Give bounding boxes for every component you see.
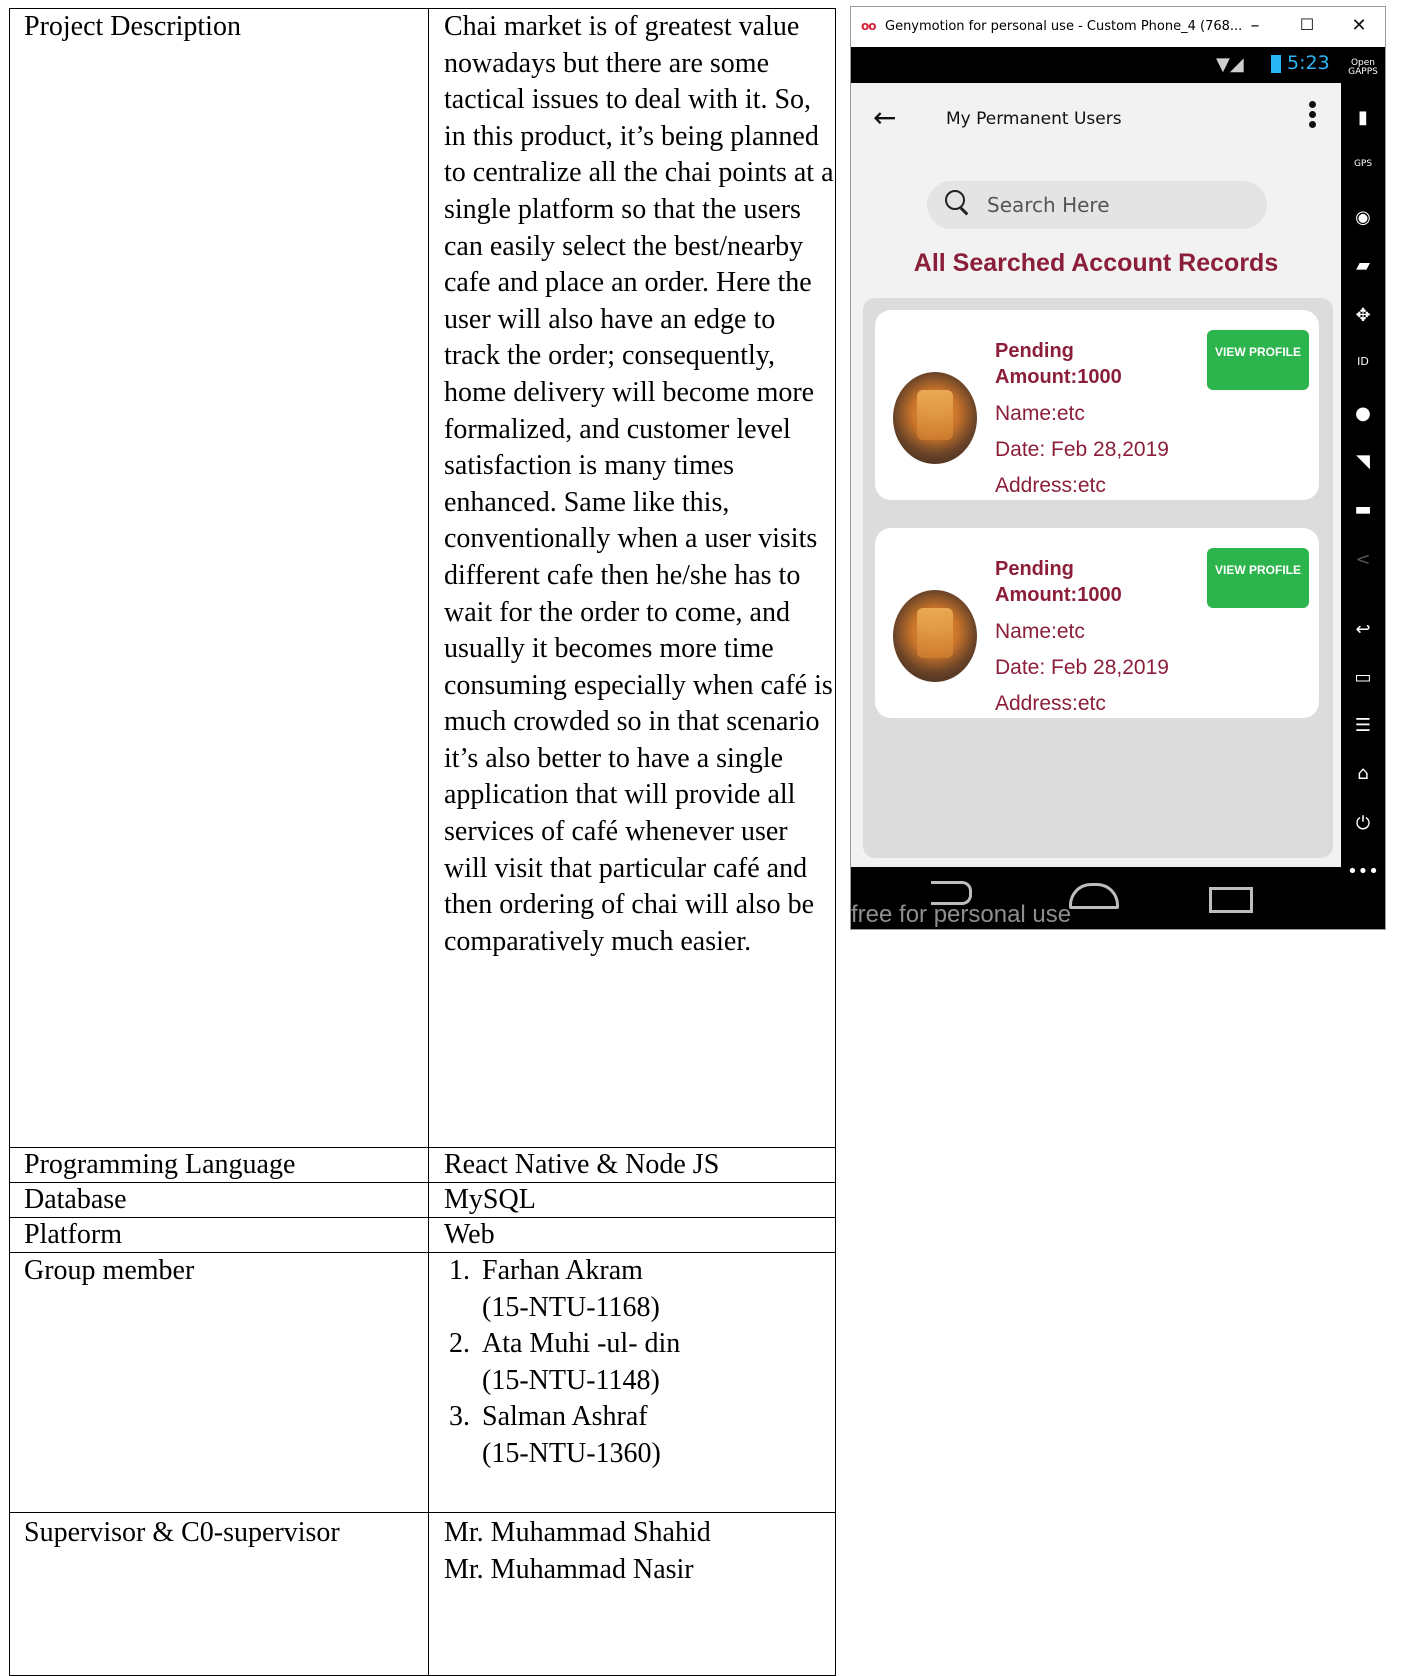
minimize-button[interactable]: – [1245,15,1265,36]
row-project-description: Project Description Chai market is of gr… [9,8,836,1148]
supervisor-name: Mr. Muhammad Shahid [444,1517,711,1548]
emulator-toolbar: Open GAPPS ▮ GPS ◉ ▰ ✥ ID ● ◥ ▬ < ↩ ▭ ☰ … [1341,47,1385,929]
open-gapps-icon[interactable]: Open GAPPS [1341,59,1385,77]
row-programming-language: Programming Language React Native & Node… [9,1147,836,1183]
value-programming-language: React Native & Node JS [428,1147,836,1183]
label-platform: Platform [9,1217,429,1253]
window-title: Genymotion for personal use - Custom Pho… [885,19,1243,34]
record-amount: Amount:1000 [995,366,1122,388]
media-icon[interactable]: ▰ [1341,255,1385,276]
app-title: My Permanent Users [946,109,1122,129]
genymotion-logo-icon: oo [861,19,876,33]
project-info-table: Project Description Chai market is of gr… [9,8,836,1676]
cast-icon[interactable]: ◥ [1341,451,1385,472]
member-id: (15-NTU-1148) [482,1364,660,1396]
value-supervisor: Mr. Muhammad Shahid Mr. Muhammad Nasir [428,1512,836,1676]
record-address: Address:etc [995,692,1106,715]
battery-status-icon [1271,55,1281,73]
record-date: Date: Feb 28,2019 [995,438,1169,461]
label-database: Database [9,1182,429,1218]
android-nav-bar: free for personal use [851,867,1341,929]
app-screen: ← My Permanent Users All Searched Accoun… [851,83,1341,867]
records-list: Pending Amount:1000 Name:etc Date: Feb 2… [863,298,1333,858]
home-icon[interactable]: ⌂ [1341,763,1385,784]
value-platform: Web [428,1217,836,1253]
record-card: Pending Amount:1000 Name:etc Date: Feb 2… [875,528,1319,718]
member-name: Ata Muhi -ul- din [482,1328,681,1360]
view-profile-button[interactable]: VIEW PROFILE [1207,548,1309,608]
nav-back-icon[interactable] [931,881,972,905]
power-icon[interactable]: ⏻ [1341,813,1385,834]
label-programming-language: Programming Language [9,1147,429,1183]
close-button[interactable]: ✕ [1349,15,1369,36]
chai-cup-avatar [893,372,977,464]
row-database: Database MySQL [9,1182,836,1218]
member-name: Farhan Akram [482,1255,643,1286]
overflow-menu-icon[interactable] [1309,101,1317,131]
more-icon[interactable]: ••• [1341,861,1385,882]
row-group-member: Group member 1. Farhan Akram (15-NTU-116… [9,1252,836,1513]
value-project-description: Chai market is of greatest value nowaday… [428,8,836,1148]
member-item: 1. Farhan Akram (15-NTU-1168) [444,1253,835,1326]
section-title: All Searched Account Records [913,249,1279,277]
emulator-window: oo Genymotion for personal use - Custom … [850,6,1386,930]
search-input[interactable] [985,189,1249,221]
window-titlebar: oo Genymotion for personal use - Custom … [851,7,1385,47]
recent-apps-icon[interactable]: ▭ [1341,667,1385,688]
record-status: Pending [995,558,1074,580]
row-platform: Platform Web [9,1217,836,1253]
menu-icon[interactable]: ☰ [1341,715,1385,736]
nav-home-icon[interactable] [1069,883,1119,909]
member-number: 3. [449,1401,470,1433]
chai-cup-avatar [893,590,977,682]
member-number: 2. [449,1328,470,1360]
record-name: Name:etc [995,402,1085,425]
phone-display: ▼◢ 5:23 ← My Permanent Users All Searche… [851,47,1341,929]
id-icon[interactable]: ID [1341,355,1385,368]
member-number: 1. [449,1255,470,1286]
member-id: (15-NTU-1168) [482,1291,660,1323]
gps-icon[interactable]: GPS [1341,159,1385,169]
row-supervisor: Supervisor & C0-supervisor Mr. Muhammad … [9,1512,836,1676]
watermark: free for personal use [851,901,1072,928]
record-date: Date: Feb 28,2019 [995,656,1169,679]
co-supervisor-name: Mr. Muhammad Nasir [444,1553,694,1585]
status-bar: ▼◢ 5:23 [851,47,1341,83]
battery-icon[interactable]: ▮ [1341,107,1385,128]
member-item: 3. Salman Ashraf (15-NTU-1360) [444,1399,835,1472]
maximize-button[interactable]: ☐ [1297,15,1317,34]
member-id: (15-NTU-1360) [482,1437,661,1469]
label-supervisor: Supervisor & C0-supervisor [9,1512,429,1676]
back-icon[interactable]: ↩ [1341,619,1385,640]
member-item: 2. Ata Muhi -ul- din (15-NTU-1148) [444,1326,835,1399]
label-group-member: Group member [9,1252,429,1513]
back-arrow-icon[interactable]: ← [873,101,896,134]
value-database: MySQL [428,1182,836,1218]
record-amount: Amount:1000 [995,584,1122,606]
view-profile-button[interactable]: VIEW PROFILE [1207,330,1309,390]
search-icon [945,190,965,210]
record-status: Pending [995,340,1074,362]
status-time: 5:23 [1287,52,1330,74]
share-icon[interactable]: < [1341,549,1385,570]
disk-icon[interactable]: ● [1341,403,1385,424]
value-group-member: 1. Farhan Akram (15-NTU-1168) 2. Ata Muh… [428,1252,836,1513]
signal-icon: ▼◢ [1216,54,1244,75]
webcam-icon[interactable]: ◉ [1341,207,1385,228]
search-bar[interactable] [927,181,1267,229]
record-name: Name:etc [995,620,1085,643]
label-project-description: Project Description [9,8,429,1148]
member-list: 1. Farhan Akram (15-NTU-1168) 2. Ata Muh… [444,1253,835,1473]
member-name: Salman Ashraf [482,1401,648,1433]
nav-recent-apps-icon[interactable] [1209,887,1253,913]
sms-icon[interactable]: ▬ [1341,499,1385,520]
dpad-icon[interactable]: ✥ [1341,305,1385,326]
record-card: Pending Amount:1000 Name:etc Date: Feb 2… [875,310,1319,500]
record-address: Address:etc [995,474,1106,497]
app-header: ← My Permanent Users [851,83,1341,157]
